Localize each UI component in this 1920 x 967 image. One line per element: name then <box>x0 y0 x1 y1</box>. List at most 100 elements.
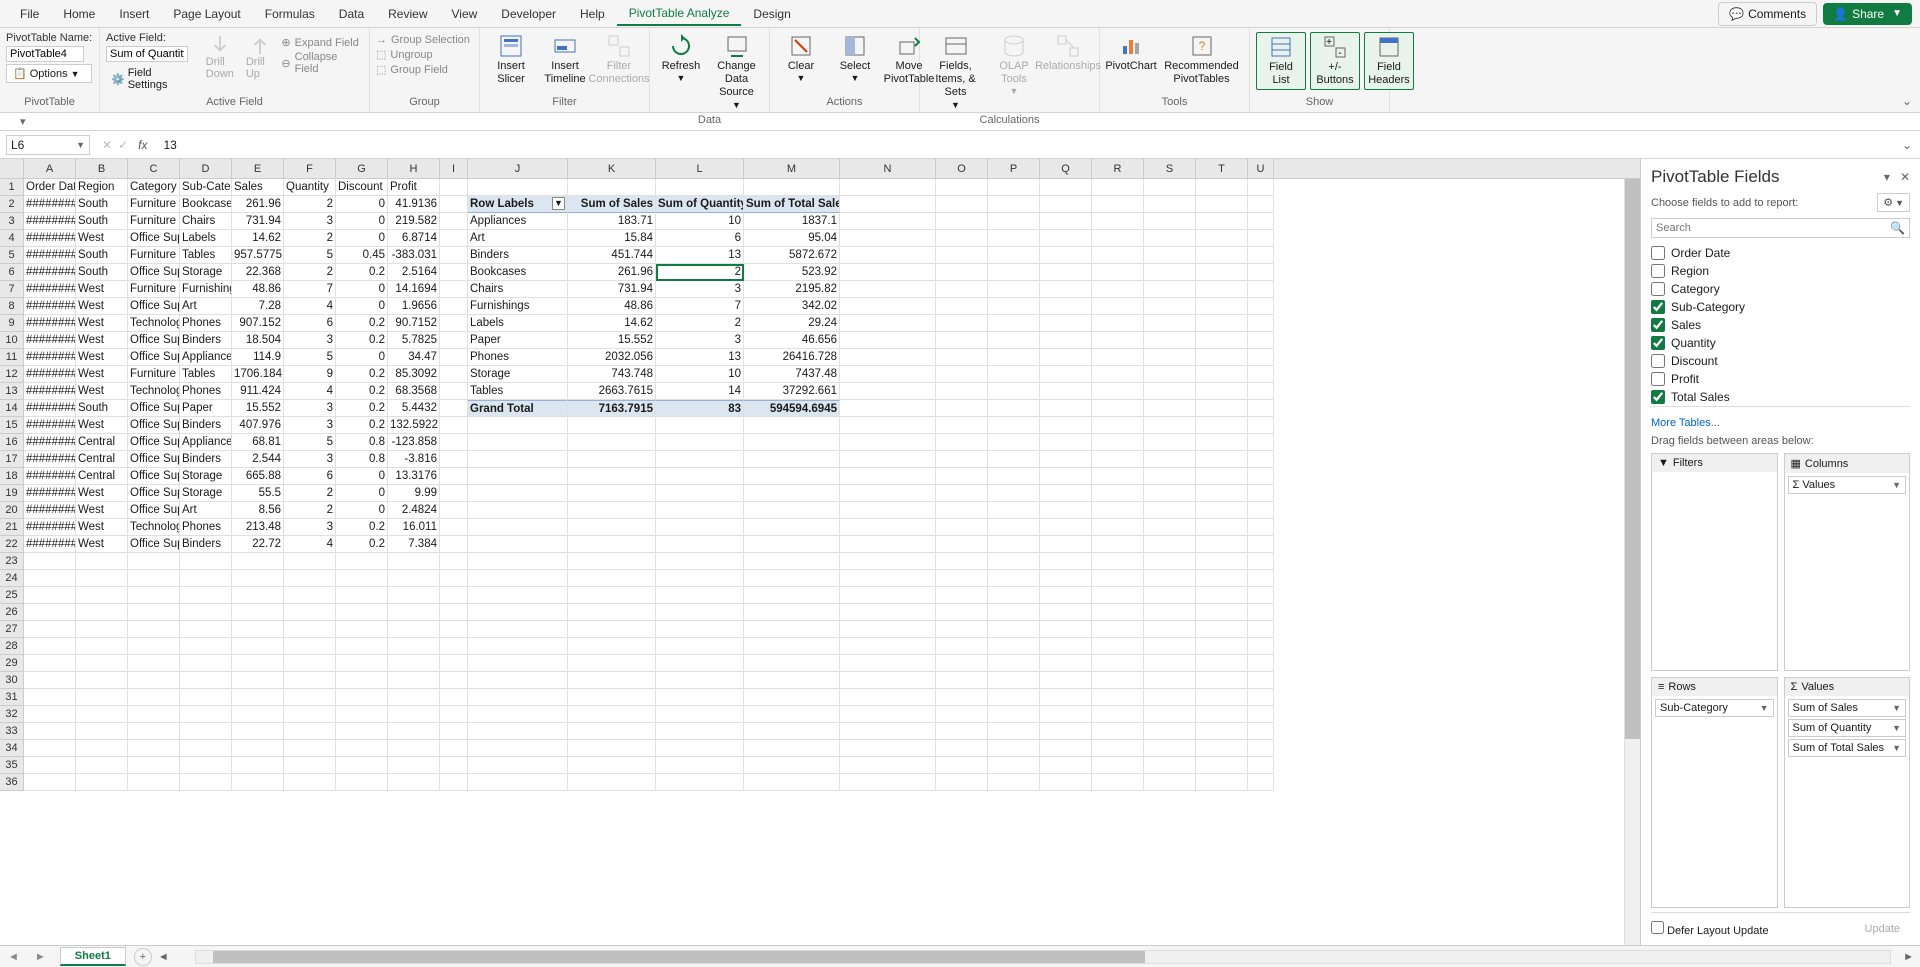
cell[interactable]: ######## <box>24 213 76 230</box>
cell[interactable]: Profit <box>388 179 440 196</box>
cell[interactable]: Office Sup <box>128 536 180 553</box>
cell[interactable] <box>1040 366 1092 383</box>
cell[interactable]: West <box>76 349 128 366</box>
cell[interactable] <box>988 196 1040 213</box>
field-checkbox[interactable] <box>1651 390 1665 404</box>
cell[interactable]: Sum of Quantity <box>656 196 744 213</box>
cell[interactable]: 3 <box>284 417 336 434</box>
active-field-input[interactable] <box>106 46 188 62</box>
cell[interactable] <box>76 655 128 672</box>
cell[interactable] <box>232 638 284 655</box>
cell[interactable]: 213.48 <box>232 519 284 536</box>
cell[interactable] <box>440 247 468 264</box>
cell[interactable] <box>24 740 76 757</box>
cell[interactable] <box>1040 570 1092 587</box>
cell[interactable] <box>744 638 840 655</box>
cell[interactable] <box>1040 213 1092 230</box>
cell[interactable]: 16.011 <box>388 519 440 536</box>
cell[interactable]: Art <box>468 230 568 247</box>
cell[interactable] <box>1040 349 1092 366</box>
cell[interactable]: 2 <box>284 196 336 213</box>
row-header[interactable]: 16 <box>0 434 24 451</box>
cell[interactable] <box>936 723 988 740</box>
cell[interactable]: 2 <box>284 230 336 247</box>
cell[interactable]: Category <box>128 179 180 196</box>
cell[interactable]: Sum of Total Sales <box>744 196 840 213</box>
cell[interactable] <box>24 604 76 621</box>
cell[interactable] <box>840 315 936 332</box>
cell[interactable] <box>936 621 988 638</box>
cell[interactable] <box>440 366 468 383</box>
cell[interactable] <box>128 570 180 587</box>
cell[interactable] <box>76 672 128 689</box>
column-header[interactable]: A <box>24 159 76 178</box>
cell[interactable] <box>988 757 1040 774</box>
cell[interactable]: 18.504 <box>232 332 284 349</box>
cell[interactable] <box>388 587 440 604</box>
cell[interactable] <box>1092 400 1144 417</box>
cell[interactable] <box>232 655 284 672</box>
cell[interactable]: 523.92 <box>744 264 840 281</box>
cell[interactable] <box>840 723 936 740</box>
cell[interactable]: 4 <box>284 383 336 400</box>
cell[interactable] <box>656 179 744 196</box>
cell[interactable]: Phones <box>180 519 232 536</box>
formula-accept-icon[interactable]: ✓ <box>118 138 128 152</box>
cell[interactable] <box>656 774 744 791</box>
cell[interactable] <box>284 587 336 604</box>
hscroll-left[interactable]: ◄ <box>152 951 175 963</box>
cell[interactable] <box>284 604 336 621</box>
cell[interactable] <box>468 604 568 621</box>
cell[interactable]: Binders <box>180 451 232 468</box>
cell[interactable] <box>1092 417 1144 434</box>
cell[interactable]: 34.47 <box>388 349 440 366</box>
cell[interactable]: -123.858 <box>388 434 440 451</box>
cell[interactable] <box>936 383 988 400</box>
cell[interactable]: Tables <box>468 383 568 400</box>
cell[interactable] <box>936 281 988 298</box>
cell[interactable] <box>840 247 936 264</box>
cell[interactable] <box>1144 468 1196 485</box>
share-button[interactable]: 👤 Share ▼ <box>1823 3 1912 25</box>
cell[interactable] <box>440 519 468 536</box>
cell[interactable] <box>336 587 388 604</box>
cell[interactable]: South <box>76 213 128 230</box>
cell[interactable] <box>988 383 1040 400</box>
cell[interactable] <box>744 689 840 706</box>
cell[interactable] <box>468 740 568 757</box>
cell[interactable] <box>232 604 284 621</box>
column-header[interactable]: H <box>388 159 440 178</box>
cell[interactable] <box>988 740 1040 757</box>
cell[interactable] <box>1092 672 1144 689</box>
cell[interactable] <box>1196 519 1248 536</box>
cell[interactable]: West <box>76 417 128 434</box>
cell[interactable] <box>1144 298 1196 315</box>
cell[interactable] <box>1040 451 1092 468</box>
cell[interactable] <box>1144 655 1196 672</box>
cell[interactable] <box>1144 553 1196 570</box>
cell[interactable] <box>336 621 388 638</box>
cell[interactable] <box>128 604 180 621</box>
field-search-input[interactable] <box>1656 222 1890 234</box>
cell[interactable] <box>24 757 76 774</box>
cell[interactable] <box>180 723 232 740</box>
cell[interactable] <box>840 672 936 689</box>
field-item[interactable]: Sub-Category <box>1651 298 1910 316</box>
cell[interactable] <box>1040 621 1092 638</box>
cell[interactable] <box>388 553 440 570</box>
cell[interactable] <box>284 740 336 757</box>
cell[interactable]: Binders <box>180 332 232 349</box>
cell[interactable]: Storage <box>180 468 232 485</box>
cell[interactable]: 0.2 <box>336 536 388 553</box>
menu-tab-design[interactable]: Design <box>741 3 802 25</box>
cell[interactable] <box>468 706 568 723</box>
cell[interactable] <box>1196 417 1248 434</box>
cell[interactable] <box>1196 349 1248 366</box>
field-checkbox[interactable] <box>1651 372 1665 386</box>
cell[interactable] <box>440 485 468 502</box>
field-headers-toggle[interactable]: Field Headers <box>1364 32 1414 90</box>
cell[interactable] <box>1092 604 1144 621</box>
cell[interactable]: Office Sup <box>128 264 180 281</box>
cell[interactable] <box>1040 502 1092 519</box>
pivotchart-button[interactable]: PivotChart <box>1106 32 1156 75</box>
